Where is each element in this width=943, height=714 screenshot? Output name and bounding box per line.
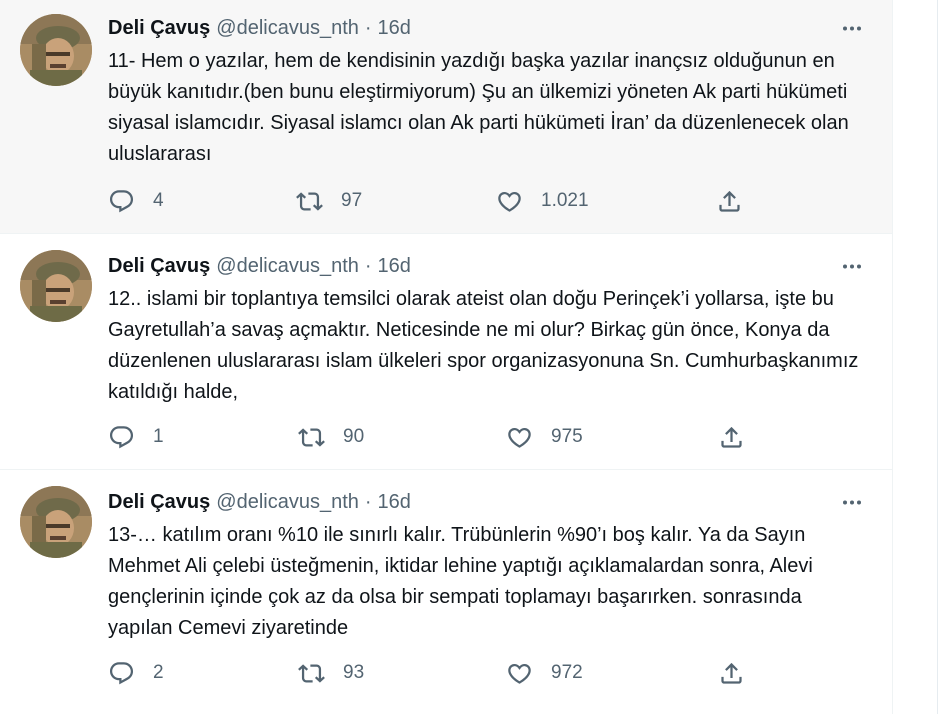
timestamp[interactable]: 16d	[378, 491, 411, 514]
heart-icon	[508, 427, 531, 448]
separator-dot: ·	[364, 254, 372, 277]
more-icon	[843, 500, 861, 504]
separator-dot: ·	[364, 490, 372, 513]
separator-dot: ·	[364, 16, 372, 39]
avatar[interactable]	[20, 250, 92, 322]
timestamp[interactable]: 16d	[378, 255, 411, 278]
retweet-icon	[298, 427, 325, 447]
reply-count: 2	[153, 662, 164, 683]
tweet[interactable]: Deli Çavuş @delicavus_nth · 16d 12.. isl…	[0, 234, 892, 470]
more-button[interactable]	[840, 490, 864, 514]
more-button[interactable]	[840, 16, 864, 40]
share-button[interactable]	[718, 420, 745, 454]
user-handle[interactable]: @delicavus_nth	[216, 17, 359, 40]
tweet-text: 11- Hem o yazılar, hem de kendisinin yaz…	[108, 50, 849, 165]
reply-icon	[109, 425, 134, 448]
like-count: 975	[551, 426, 583, 447]
retweet-count: 93	[343, 662, 365, 683]
reply-button[interactable]: 4	[108, 184, 164, 218]
right-rail	[893, 0, 943, 714]
like-button[interactable]: 975	[506, 420, 583, 454]
tweet-text: 13-… katılım oranı %10 ile sınırlı kalır…	[108, 524, 813, 639]
reply-icon	[109, 661, 134, 684]
like-button[interactable]: 972	[506, 656, 583, 690]
reply-count: 4	[153, 190, 164, 211]
avatar[interactable]	[20, 486, 92, 558]
more-button[interactable]	[840, 254, 864, 278]
timestamp[interactable]: 16d	[378, 17, 411, 40]
timeline: Deli Çavuş @delicavus_nth · 16d 11- Hem …	[0, 0, 893, 714]
display-name[interactable]: Deli Çavuş	[108, 17, 210, 40]
tweet-header: Deli Çavuş @delicavus_nth · 16d	[108, 14, 411, 42]
tweet-text: 12.. islami bir toplantıya temsilci olar…	[108, 288, 859, 403]
share-icon	[719, 190, 740, 212]
retweet-count: 90	[343, 426, 365, 447]
like-count: 972	[551, 662, 583, 683]
heart-icon	[508, 663, 531, 684]
retweet-count: 97	[341, 190, 363, 211]
avatar[interactable]	[20, 14, 92, 86]
retweet-icon	[298, 663, 325, 683]
more-icon	[843, 26, 861, 30]
display-name[interactable]: Deli Çavuş	[108, 255, 210, 278]
share-icon	[721, 426, 742, 448]
retweet-button[interactable]: 90	[298, 420, 364, 454]
tweet-actions: 1 90 975	[108, 420, 768, 454]
tweet-header: Deli Çavuş @delicavus_nth · 16d	[108, 488, 411, 516]
reply-button[interactable]: 1	[108, 420, 164, 454]
share-button[interactable]	[716, 184, 743, 218]
retweet-icon	[296, 191, 323, 211]
more-icon	[843, 264, 861, 268]
reply-button[interactable]: 2	[108, 656, 164, 690]
like-count: 1.021	[541, 190, 589, 211]
tweet-actions: 4 97 1.021	[108, 184, 768, 218]
retweet-button[interactable]: 93	[298, 656, 364, 690]
heart-icon	[498, 191, 521, 212]
rail-divider	[937, 0, 938, 714]
share-icon	[721, 662, 742, 684]
display-name[interactable]: Deli Çavuş	[108, 491, 210, 514]
reply-icon	[109, 189, 134, 212]
tweet[interactable]: Deli Çavuş @delicavus_nth · 16d 11- Hem …	[0, 0, 892, 234]
user-handle[interactable]: @delicavus_nth	[216, 255, 359, 278]
like-button[interactable]: 1.021	[496, 184, 589, 218]
tweet[interactable]: Deli Çavuş @delicavus_nth · 16d 13-… kat…	[0, 470, 892, 714]
reply-count: 1	[153, 426, 164, 447]
user-handle[interactable]: @delicavus_nth	[216, 491, 359, 514]
share-button[interactable]	[718, 656, 745, 690]
tweet-header: Deli Çavuş @delicavus_nth · 16d	[108, 252, 411, 280]
tweet-actions: 2 93 972	[108, 656, 768, 690]
retweet-button[interactable]: 97	[296, 184, 362, 218]
